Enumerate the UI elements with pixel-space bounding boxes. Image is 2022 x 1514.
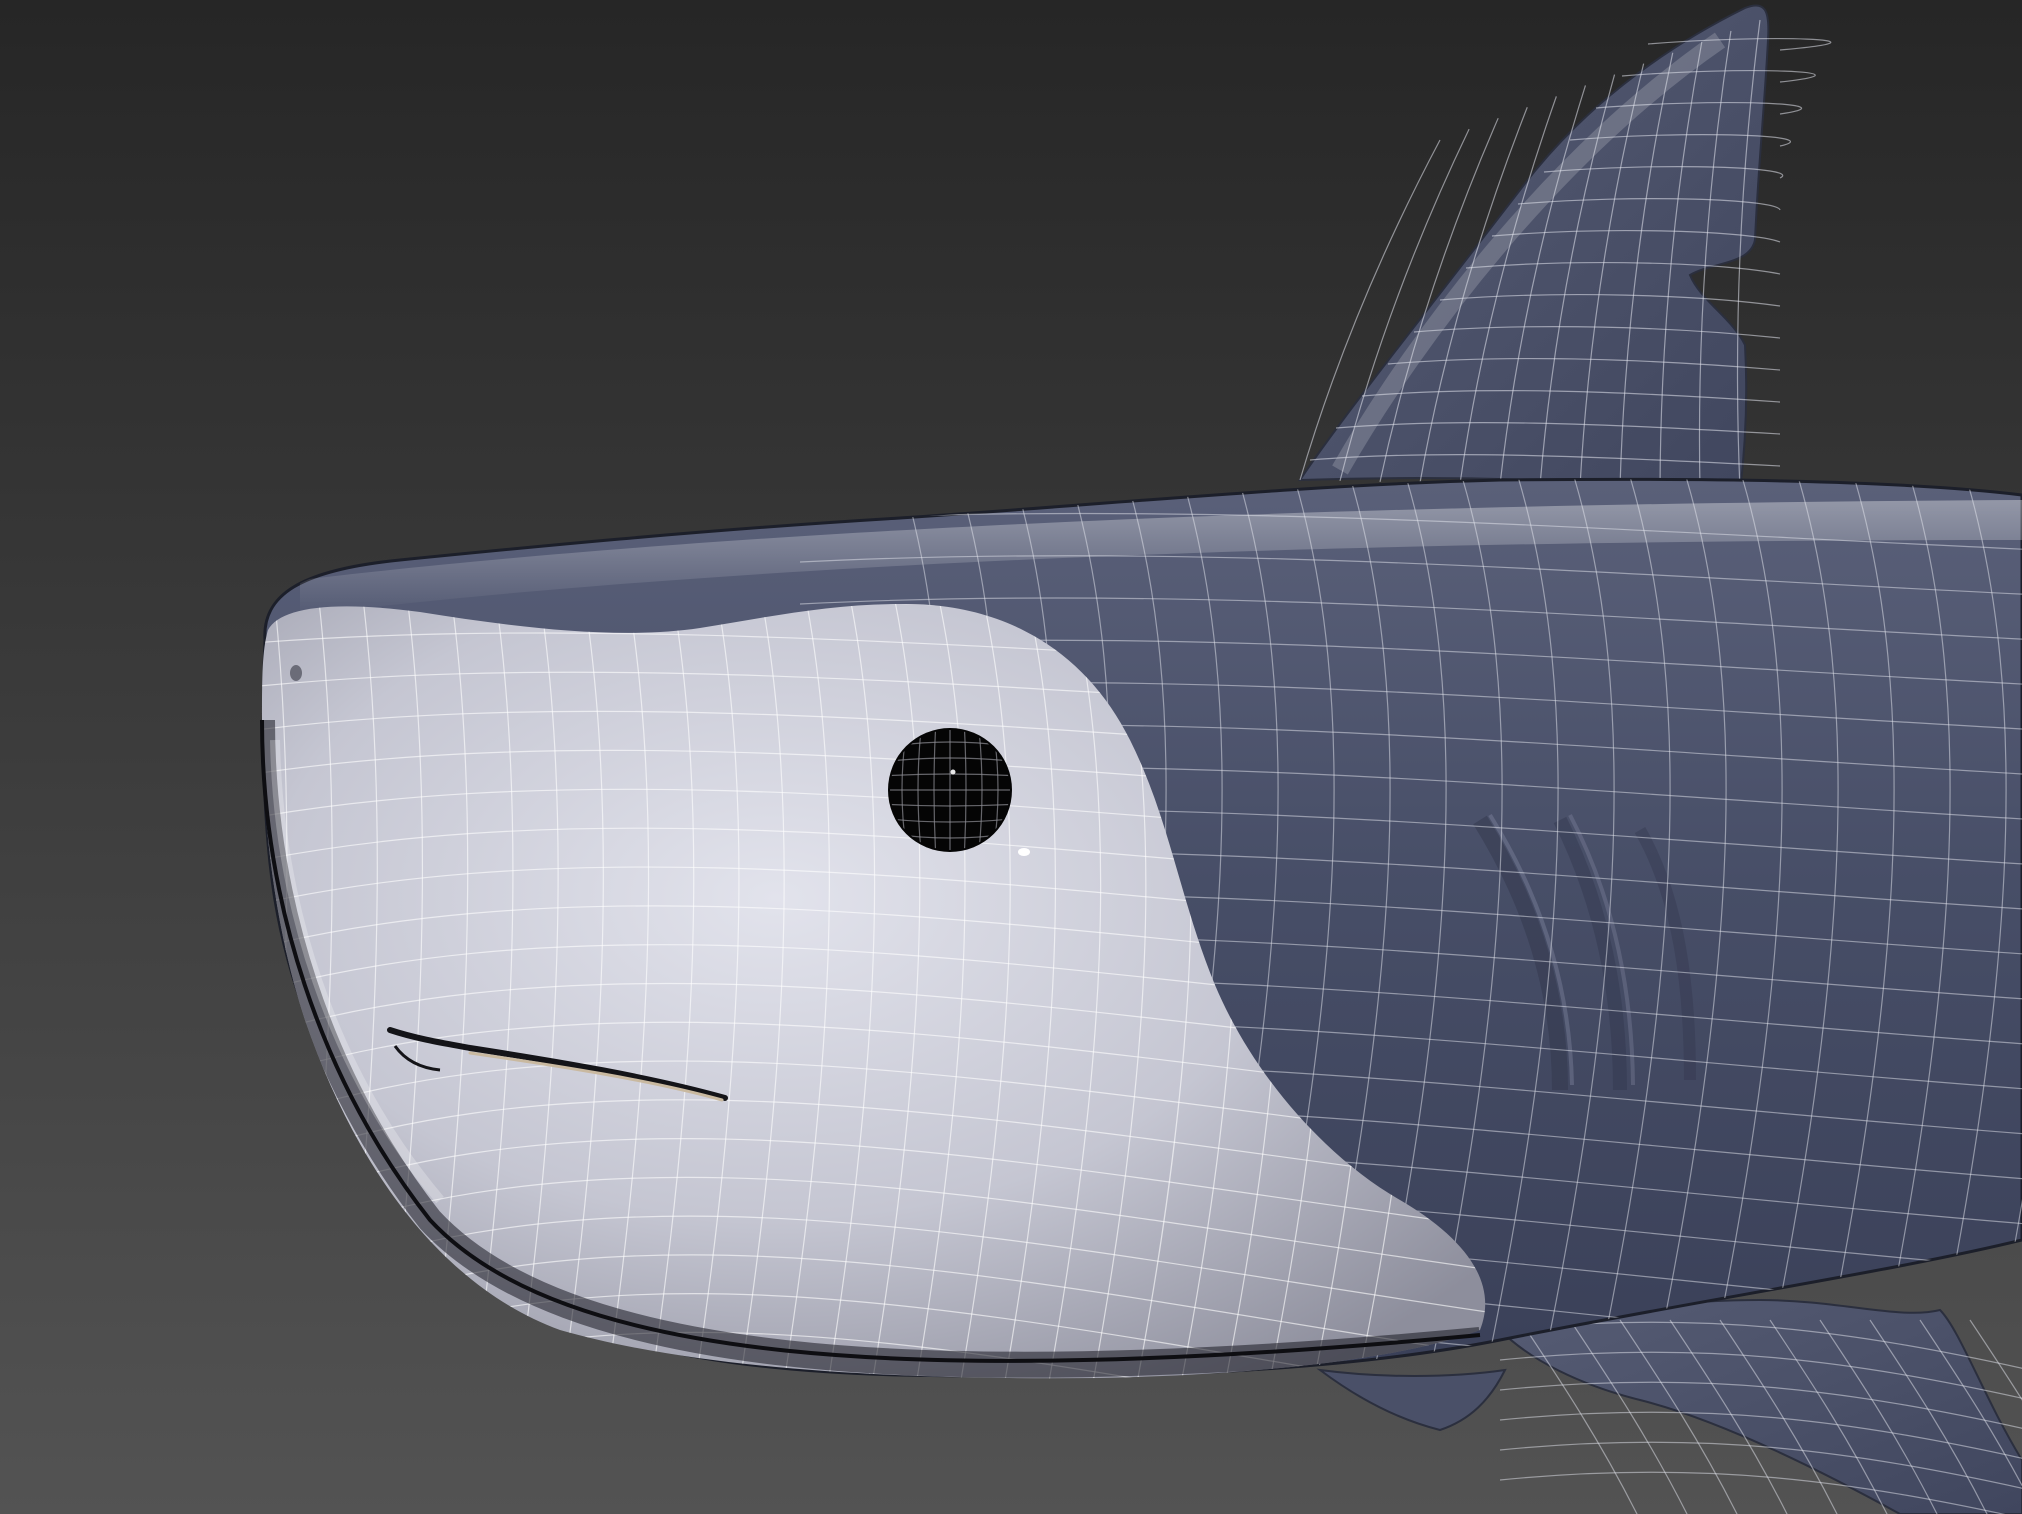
nostril bbox=[290, 665, 302, 681]
3d-viewport[interactable] bbox=[0, 0, 2022, 1514]
viewport-canvas[interactable] bbox=[0, 0, 2022, 1514]
